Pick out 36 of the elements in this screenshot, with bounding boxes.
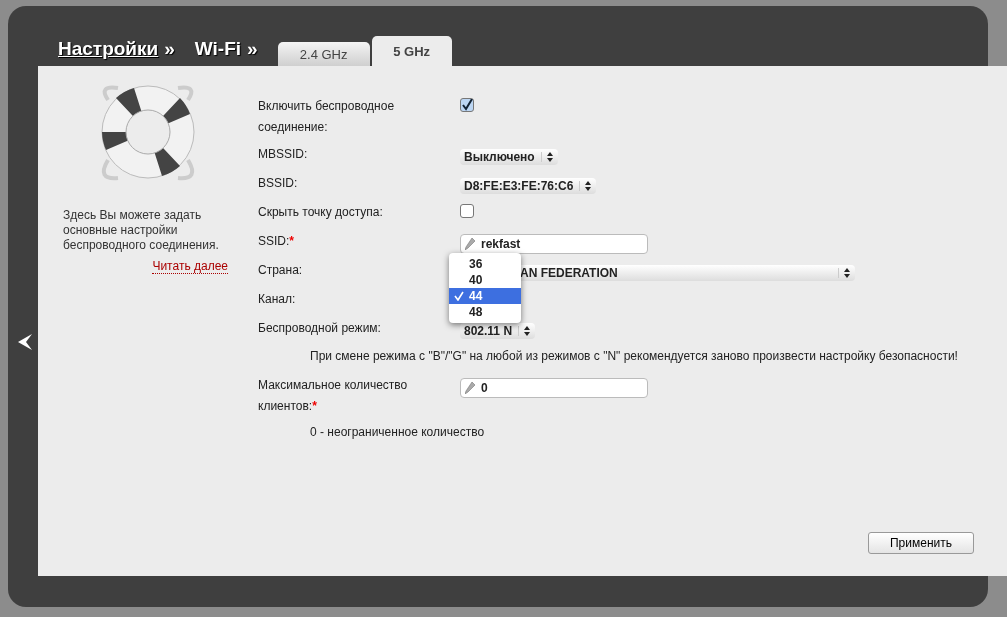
breadcrumb-separator: » — [164, 38, 175, 60]
breadcrumb-separator: » — [247, 38, 258, 60]
pencil-icon — [465, 381, 475, 394]
field-label: SSID:* — [258, 233, 295, 250]
input-field[interactable]: rekfast — [460, 233, 648, 254]
apply-button[interactable]: Применить — [868, 532, 974, 554]
select-field[interactable]: 802.11 N — [460, 322, 536, 339]
checkbox[interactable] — [460, 203, 474, 218]
dropdown-option[interactable]: 48 — [449, 304, 521, 320]
select-field[interactable]: D8:FE:E3:FE:76:C6 — [460, 177, 597, 194]
updown-arrows-icon — [579, 180, 592, 191]
field-label: Страна: — [258, 262, 304, 279]
select-field[interactable]: Выключено — [460, 148, 558, 165]
hint-text: При смене режима с "B"/"G" на любой из режимов с "N" рекомендуется заново произвести настройку безопасности! — [309, 348, 959, 365]
breadcrumb-link[interactable]: Настройки — [58, 38, 159, 60]
field-label: Канал: — [258, 291, 297, 308]
check-icon — [454, 291, 464, 301]
hint-text: 0 - неограниченное количество — [309, 424, 486, 441]
updown-arrows-icon — [838, 267, 850, 278]
pencil-icon — [465, 237, 475, 250]
help-text: Здесь Вы можете задать основные настройки беспроводного соединения. — [63, 208, 220, 253]
read-more-link[interactable]: Читать далее — [152, 259, 228, 274]
checkbox[interactable] — [460, 97, 474, 112]
band-tab[interactable]: 5 GHz — [371, 36, 452, 66]
field-label: Беспроводной режим: — [258, 320, 382, 337]
input-field[interactable]: 0 — [460, 377, 648, 398]
updown-arrows-icon — [540, 151, 553, 162]
band-tab[interactable]: 2.4 GHz — [277, 42, 370, 66]
field-label: BSSID: — [258, 175, 299, 192]
updown-arrows-icon — [518, 325, 531, 336]
dropdown-option[interactable]: 44 — [449, 288, 521, 304]
back-arrow-icon[interactable] — [18, 334, 32, 350]
field-label: MBSSID: — [258, 146, 309, 163]
field-label: Включить беспроводное соединение: — [258, 98, 396, 136]
field-label: Максимальное количество клиентов:* — [258, 377, 409, 415]
field-label: Скрыть точку доступа: — [258, 204, 384, 221]
